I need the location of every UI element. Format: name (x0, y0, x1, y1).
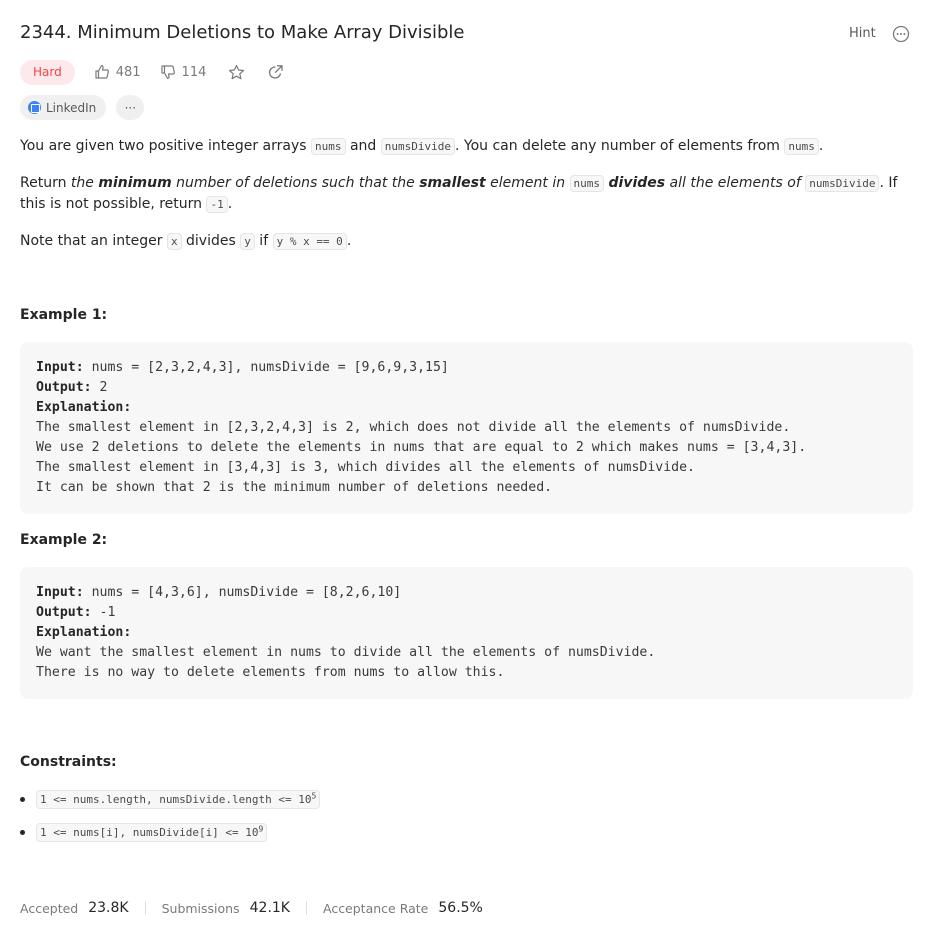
example-2-heading: Example 2: (20, 532, 108, 548)
description-paragraph-1: You are given two positive integer array… (20, 136, 910, 157)
constraint-item: 1 <= nums[i], numsDivide[i] <= 109 (20, 823, 320, 856)
description-paragraph-2: Return the minimum number of deletions s… (20, 173, 910, 215)
inline-code: y % x == 0 (272, 233, 347, 250)
inline-code: x (166, 233, 182, 250)
divider (144, 901, 146, 915)
text: divides (181, 233, 241, 249)
inline-code: nums (569, 175, 605, 192)
input-label: Input: (36, 585, 84, 600)
text: if (254, 233, 273, 249)
inline-code: -1 (206, 196, 228, 213)
constraint-code: 1 <= nums.length, numsDivide.length <= 1… (36, 790, 321, 809)
explanation-line: It can be shown that 2 is the minimum nu… (36, 480, 553, 495)
share-button[interactable] (267, 64, 284, 81)
company-tag-label: LinkedIn (46, 100, 97, 115)
share-icon (269, 64, 284, 79)
star-icon (229, 64, 245, 79)
constraint-exponent: 9 (258, 824, 264, 834)
inline-code: nums (311, 138, 346, 155)
constraint-text: 1 <= nums.length, numsDivide.length <= 1… (40, 793, 312, 806)
constraints-heading: Constraints: (20, 754, 117, 770)
company-tag-linkedin[interactable]: LinkedIn (20, 95, 107, 120)
constraints-list: 1 <= nums.length, numsDivide.length <= 1… (20, 790, 321, 856)
favorite-button[interactable] (228, 64, 245, 81)
bold-text: divides (608, 175, 666, 191)
example-input-line: Input: nums = [2,3,2,4,3], numsDivide = … (36, 358, 897, 378)
output-value: 2 (91, 380, 108, 395)
explanation-line: We want the smallest element in nums to … (36, 645, 656, 660)
text: You are given two positive integer array… (20, 138, 312, 154)
example-1-heading: Example 1: (20, 307, 108, 323)
explanation-line: The smallest element in [3,4,3] is 3, wh… (36, 460, 695, 475)
problem-title: 2344. Minimum Deletions to Make Array Di… (20, 22, 465, 43)
text: . You can delete any number of elements … (455, 138, 785, 154)
constraint-item: 1 <= nums.length, numsDivide.length <= 1… (20, 790, 321, 823)
text: and (345, 138, 381, 154)
acceptance-rate-label: Acceptance Rate (322, 900, 429, 916)
acceptance-rate-value: 56.5% (438, 900, 483, 916)
hint-button[interactable]: Hint (849, 26, 876, 41)
text: . (346, 233, 352, 249)
problem-meta-row: Hard 481 114 (20, 59, 284, 85)
constraint-text: 1 <= nums[i], numsDivide[i] <= 10 (40, 826, 259, 839)
text: Return (20, 175, 71, 191)
submission-stats: Accepted 23.8K Submissions 42.1K Accepta… (20, 899, 483, 917)
example-2-block: Input: nums = [4,3,6], numsDivide = [8,2… (20, 567, 913, 699)
inline-code: y (240, 233, 255, 250)
italic-text: number of deletions such that the (171, 175, 420, 191)
constraint-exponent: 5 (311, 791, 317, 801)
explanation-label: Explanation: (36, 400, 132, 415)
submissions-label: Submissions (161, 900, 240, 916)
accepted-label: Accepted (20, 900, 79, 916)
example-explanation-label: Explanation: (36, 623, 897, 643)
more-circle-icon[interactable] (892, 25, 910, 43)
text: Note that an integer (20, 233, 167, 249)
example-output-line: Output: 2 (36, 378, 897, 398)
output-value: -1 (91, 605, 116, 620)
example-input-line: Input: nums = [4,3,6], numsDivide = [8,2… (36, 583, 897, 603)
description-paragraph-3: Note that an integer x divides y if y % … (20, 231, 910, 252)
text: . (818, 138, 824, 154)
inline-code: numsDivide (380, 138, 455, 155)
company-tags: LinkedIn ··· (20, 95, 145, 120)
explanation-line: We use 2 deletions to delete the element… (36, 440, 807, 455)
inline-code: nums (784, 138, 819, 155)
bold-text: minimum (98, 175, 172, 191)
divider (305, 901, 307, 915)
like-count: 481 (115, 64, 141, 80)
submissions-value: 42.1K (249, 900, 290, 916)
input-value: nums = [4,3,6], numsDivide = [8,2,6,10] (83, 585, 402, 600)
example-1-block: Input: nums = [2,3,2,4,3], numsDivide = … (20, 342, 913, 514)
italic-text: element in (485, 175, 570, 191)
bold-text: smallest (419, 175, 486, 191)
text: . (227, 196, 233, 212)
difficulty-badge: Hard (20, 59, 75, 85)
explanation-label: Explanation: (36, 625, 132, 640)
thumbs-up-icon (95, 65, 109, 79)
accepted-value: 23.8K (88, 900, 129, 916)
output-label: Output: (36, 380, 92, 395)
example-output-line: Output: -1 (36, 603, 897, 623)
input-value: nums = [2,3,2,4,3], numsDivide = [9,6,9,… (83, 360, 449, 375)
input-label: Input: (36, 360, 84, 375)
constraint-code: 1 <= nums[i], numsDivide[i] <= 109 (36, 823, 268, 842)
italic-text: the (70, 175, 99, 191)
explanation-line: The smallest element in [2,3,2,4,3] is 2… (36, 420, 791, 435)
example-explanation-label: Explanation: (36, 398, 897, 418)
like-button[interactable]: 481 (94, 64, 141, 80)
dislike-count: 114 (181, 64, 207, 80)
italic-text: all the elements of (665, 175, 806, 191)
explanation-line: There is no way to delete elements from … (36, 665, 505, 680)
linkedin-icon (28, 101, 41, 114)
more-tags-button[interactable]: ··· (116, 95, 145, 120)
dislike-button[interactable]: 114 (160, 64, 207, 80)
output-label: Output: (36, 605, 92, 620)
thumbs-down-icon (160, 65, 175, 79)
inline-code: numsDivide (805, 175, 880, 192)
